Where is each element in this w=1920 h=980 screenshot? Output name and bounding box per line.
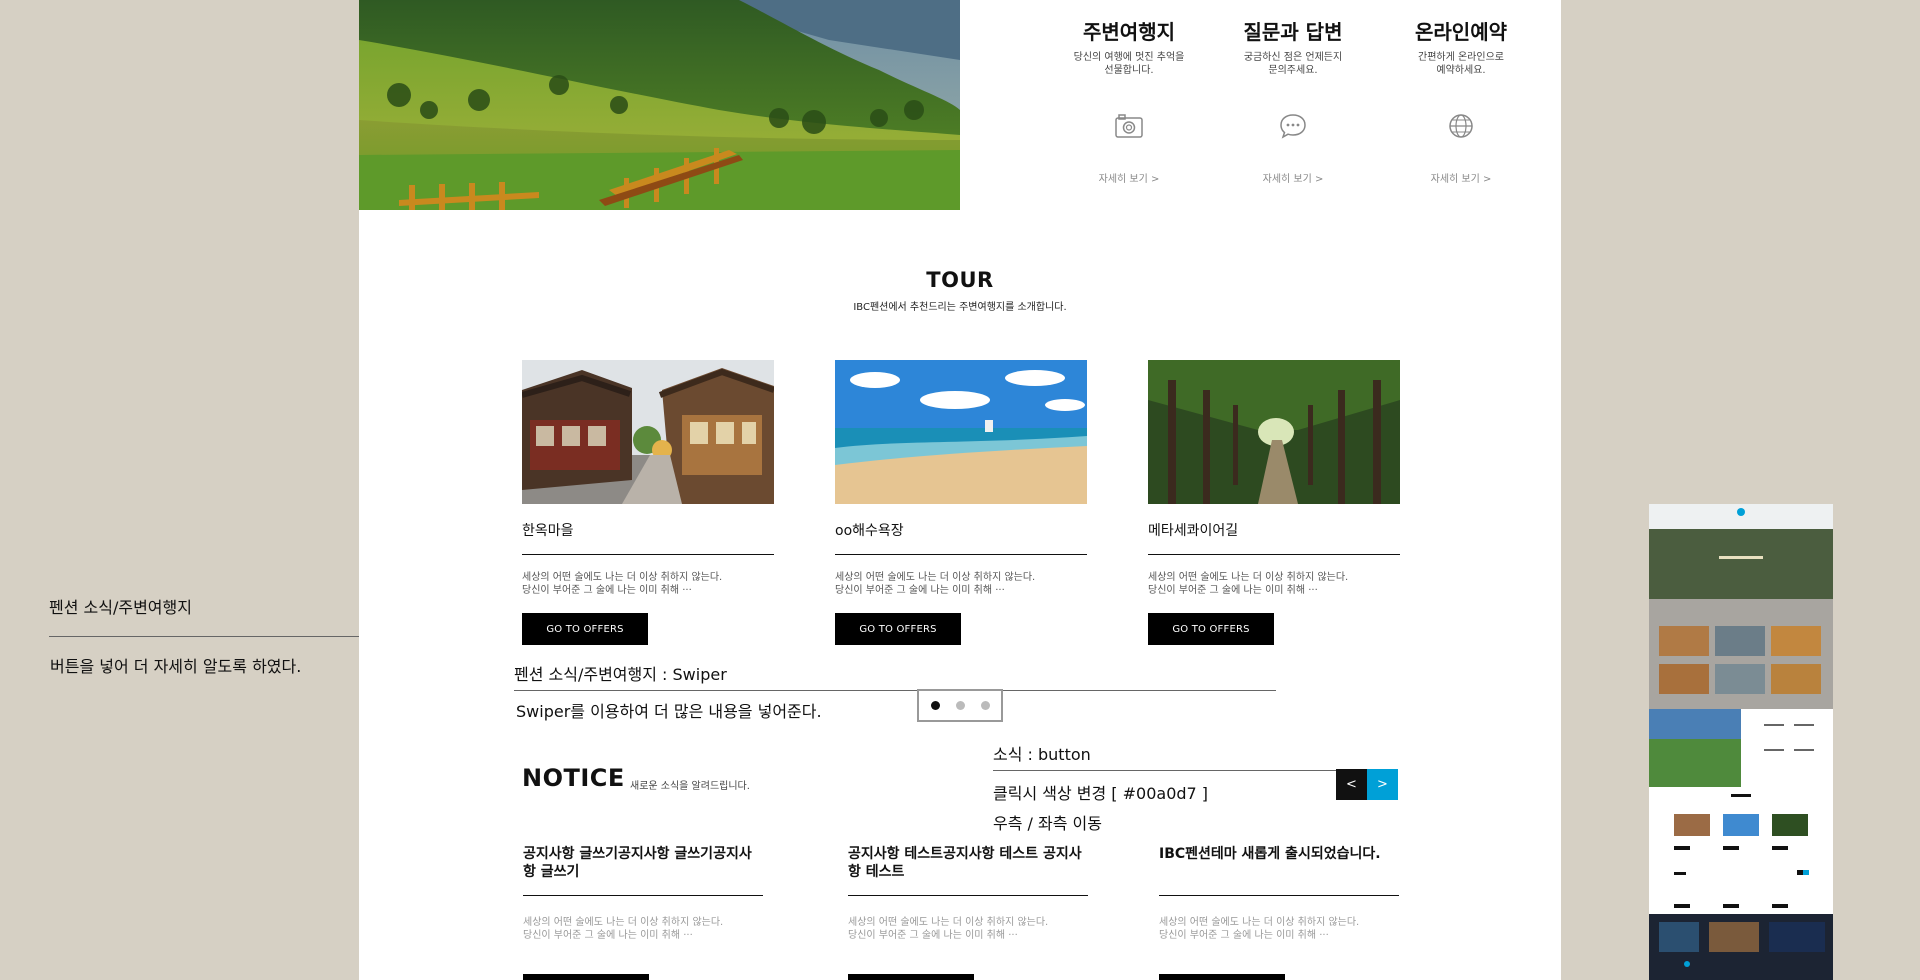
service-title: 질문과 답변 (1243, 20, 1343, 44)
pagination-dot[interactable] (930, 701, 940, 710)
service-desc-line: 궁금하신 점은 언제든지 (1243, 52, 1343, 63)
notice-item-title[interactable]: 공지사항 테스트공지사항 테스트 공지사항 테스트 (848, 845, 1088, 896)
service-desc-line: 예약하세요. (1436, 65, 1486, 76)
camera-icon[interactable] (1109, 106, 1149, 146)
hanok-village-image[interactable] (522, 360, 774, 504)
pagination-dot[interactable] (955, 701, 965, 710)
globe-icon[interactable] (1441, 106, 1481, 146)
service-qna: 질문과 답변 궁금하신 점은 언제든지 문의주세요. 자세히 보기 > (1223, 16, 1363, 196)
service-desc-line: 당신의 여행에 멋진 추억을 (1073, 52, 1185, 63)
tour-card-metasequoia: 메타세콰이어길 세상의 어떤 술에도 나는 더 이상 취하지 않는다. 당신이 … (1148, 360, 1400, 645)
tour-card-beach: oo해수욕장 세상의 어떤 술에도 나는 더 이상 취하지 않는다. 당신이 부… (835, 360, 1087, 645)
notice-title: NOTICE (522, 764, 625, 792)
notice-item[interactable]: 공지사항 글쓰기공지사항 글쓰기공지사항 글쓰기 세상의 어떤 술에도 나는 더… (523, 845, 763, 980)
service-nearby-travel: 주변여행지 당신의 여행에 멋진 추억을 선물합니다. 자세히 보기 > (1059, 16, 1199, 196)
notice-item-text-line: 세상의 어떤 술에도 나는 더 이상 취하지 않는다. (848, 917, 1049, 928)
swiper-pagination (917, 689, 1003, 722)
tour-card-name: 메타세콰이어길 (1148, 520, 1400, 555)
annotation-left-title: 펜션 소식/주변여행지 (49, 598, 192, 617)
annotation-swiper-title: 펜션 소식/주변여행지 : Swiper (514, 665, 727, 684)
tour-subtitle: IBC펜션에서 추천드리는 주변여행지를 소개합니다. (853, 302, 1067, 313)
notice-next-button[interactable]: > (1367, 769, 1398, 800)
beach-image[interactable] (835, 360, 1087, 504)
annotation-button-desc1: 클릭시 색상 변경 [ #00a0d7 ] (993, 784, 1209, 803)
notice-more-button[interactable] (523, 974, 649, 980)
notice-more-button[interactable] (848, 974, 974, 980)
full-page-preview-thumbnail (1649, 504, 1833, 980)
more-link[interactable]: 자세히 보기 > (1223, 170, 1363, 185)
service-title: 주변여행지 (1083, 20, 1175, 44)
tour-card-hanok: 한옥마을 세상의 어떤 술에도 나는 더 이상 취하지 않는다. 당신이 부어준… (522, 360, 774, 645)
notice-item-text-line: 당신이 부어준 그 술에 나는 이미 취해 ··· (848, 930, 1018, 941)
annotation-button-title: 소식 : button (993, 745, 1091, 764)
notice-more-button[interactable] (1159, 974, 1285, 980)
annotation-button-desc2: 우측 / 좌측 이동 (993, 814, 1102, 833)
annotation-left-desc: 버튼을 넣어 더 자세히 알도록 하였다. (50, 657, 302, 676)
annotation-swiper-line (514, 690, 1276, 691)
tour-card-text-line: 세상의 어떤 술에도 나는 더 이상 취하지 않는다. (1148, 572, 1349, 583)
tour-card-text-line: 당신이 부어준 그 술에 나는 이미 취해 ··· (522, 585, 692, 596)
notice-prev-button[interactable]: < (1336, 769, 1367, 800)
tour-title: TOUR (926, 268, 994, 292)
notice-item[interactable]: IBC펜션테마 새롭게 출시되었습니다. 세상의 어떤 술에도 나는 더 이상 … (1159, 845, 1399, 980)
tour-card-text-line: 당신이 부어준 그 술에 나는 이미 취해 ··· (1148, 585, 1318, 596)
service-desc-line: 선물합니다. (1104, 65, 1154, 76)
annotation-swiper-desc: Swiper를 이용하여 더 많은 내용을 넣어준다. (516, 702, 822, 721)
tour-card-name: 한옥마을 (522, 520, 774, 555)
notice-item-text: 세상의 어떤 술에도 나는 더 이상 취하지 않는다. 당신이 부어준 그 술에… (848, 916, 1088, 942)
chat-bubble-icon[interactable] (1273, 106, 1313, 146)
notice-item-text-line: 당신이 부어준 그 술에 나는 이미 취해 ··· (523, 930, 693, 941)
go-to-offers-button[interactable]: GO TO OFFERS (835, 613, 961, 645)
service-desc: 간편하게 온라인으로 예약하세요. (1391, 51, 1531, 77)
tour-card-text-line: 세상의 어떤 술에도 나는 더 이상 취하지 않는다. (522, 572, 723, 583)
notice-item-title[interactable]: 공지사항 글쓰기공지사항 글쓰기공지사항 글쓰기 (523, 845, 763, 896)
go-to-offers-button[interactable]: GO TO OFFERS (522, 613, 648, 645)
notice-subtitle: 새로운 소식을 알려드립니다. (630, 781, 750, 792)
notice-item-title[interactable]: IBC펜션테마 새롭게 출시되었습니다. (1159, 845, 1399, 896)
service-desc-line: 문의주세요. (1268, 65, 1318, 76)
service-online-reservation: 온라인예약 간편하게 온라인으로 예약하세요. 자세히 보기 > (1391, 16, 1531, 196)
tour-card-text-line: 당신이 부어준 그 술에 나는 이미 취해 ··· (835, 585, 1005, 596)
pagination-dot[interactable] (980, 701, 990, 710)
service-title: 온라인예약 (1415, 20, 1507, 44)
notice-item-text-line: 세상의 어떤 술에도 나는 더 이상 취하지 않는다. (1159, 917, 1360, 928)
landscape-illustration (359, 0, 960, 210)
tour-card-text: 세상의 어떤 술에도 나는 더 이상 취하지 않는다. 당신이 부어준 그 술에… (1148, 571, 1400, 597)
main-page: 주변여행지 당신의 여행에 멋진 추억을 선물합니다. 자세히 보기 > 질문과… (359, 0, 1561, 980)
service-desc: 당신의 여행에 멋진 추억을 선물합니다. (1059, 51, 1199, 77)
annotation-button-line (993, 770, 1336, 771)
service-desc-line: 간편하게 온라인으로 (1418, 52, 1504, 63)
tour-card-text: 세상의 어떤 술에도 나는 더 이상 취하지 않는다. 당신이 부어준 그 술에… (835, 571, 1087, 597)
notice-item-text: 세상의 어떤 술에도 나는 더 이상 취하지 않는다. 당신이 부어준 그 술에… (523, 916, 763, 942)
tour-card-text: 세상의 어떤 술에도 나는 더 이상 취하지 않는다. 당신이 부어준 그 술에… (522, 571, 774, 597)
metasequoia-road-image[interactable] (1148, 360, 1400, 504)
hero-landscape-image (359, 0, 960, 210)
more-link[interactable]: 자세히 보기 > (1059, 170, 1199, 185)
notice-item-text-line: 당신이 부어준 그 술에 나는 이미 취해 ··· (1159, 930, 1329, 941)
notice-item-text: 세상의 어떤 술에도 나는 더 이상 취하지 않는다. 당신이 부어준 그 술에… (1159, 916, 1399, 942)
more-link[interactable]: 자세히 보기 > (1391, 170, 1531, 185)
go-to-offers-button[interactable]: GO TO OFFERS (1148, 613, 1274, 645)
notice-item[interactable]: 공지사항 테스트공지사항 테스트 공지사항 테스트 세상의 어떤 술에도 나는 … (848, 845, 1088, 980)
notice-item-text-line: 세상의 어떤 술에도 나는 더 이상 취하지 않는다. (523, 917, 724, 928)
tour-card-name: oo해수욕장 (835, 520, 1087, 555)
service-desc: 궁금하신 점은 언제든지 문의주세요. (1223, 51, 1363, 77)
tour-card-text-line: 세상의 어떤 술에도 나는 더 이상 취하지 않는다. (835, 572, 1036, 583)
